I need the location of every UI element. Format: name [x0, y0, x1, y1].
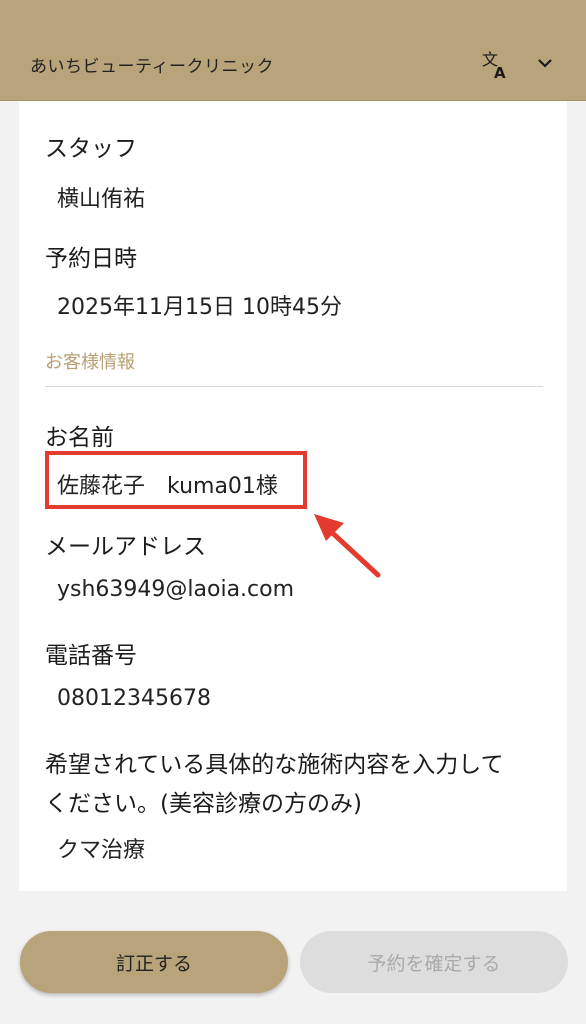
action-footer: 訂正する 予約を確定する: [0, 891, 586, 1024]
name-label: お名前: [45, 425, 114, 451]
annotation-arrow: [314, 514, 381, 578]
staff-value: 横山侑祐: [57, 187, 146, 212]
staff-label: スタッフ: [45, 136, 137, 162]
confirmation-card: スタッフ 横山侑祐 予約日時 2025年11月15日 10時45分 お客様情報 …: [19, 101, 567, 891]
confirm-reservation-button[interactable]: 予約を確定する: [300, 931, 568, 993]
svg-text:A: A: [494, 64, 506, 80]
treatment-label-line2: ください。(美容診療の方のみ): [45, 791, 362, 817]
section-divider: [45, 386, 543, 387]
clinic-name: あいちビューティークリニック: [30, 57, 274, 77]
datetime-label: 予約日時: [45, 246, 137, 272]
treatment-label-line1: 希望されている具体的な施術内容を入力して: [45, 752, 504, 778]
app-header: あいちビューティークリニック 文 A: [0, 0, 586, 101]
phone-label: 電話番号: [45, 643, 137, 669]
chevron-down-icon[interactable]: [537, 56, 553, 70]
email-value: ysh63949@laoia.com: [57, 577, 295, 602]
datetime-value: 2025年11月15日 10時45分: [57, 295, 342, 320]
treatment-value: クマ治療: [57, 838, 146, 863]
translate-icon[interactable]: 文 A: [481, 50, 509, 80]
customer-section-title: お客様情報: [45, 352, 135, 373]
name-value: 佐藤花子 kuma01様: [57, 474, 278, 499]
email-label: メールアドレス: [45, 534, 206, 560]
phone-value: 08012345678: [57, 686, 211, 711]
correct-button[interactable]: 訂正する: [20, 931, 288, 993]
